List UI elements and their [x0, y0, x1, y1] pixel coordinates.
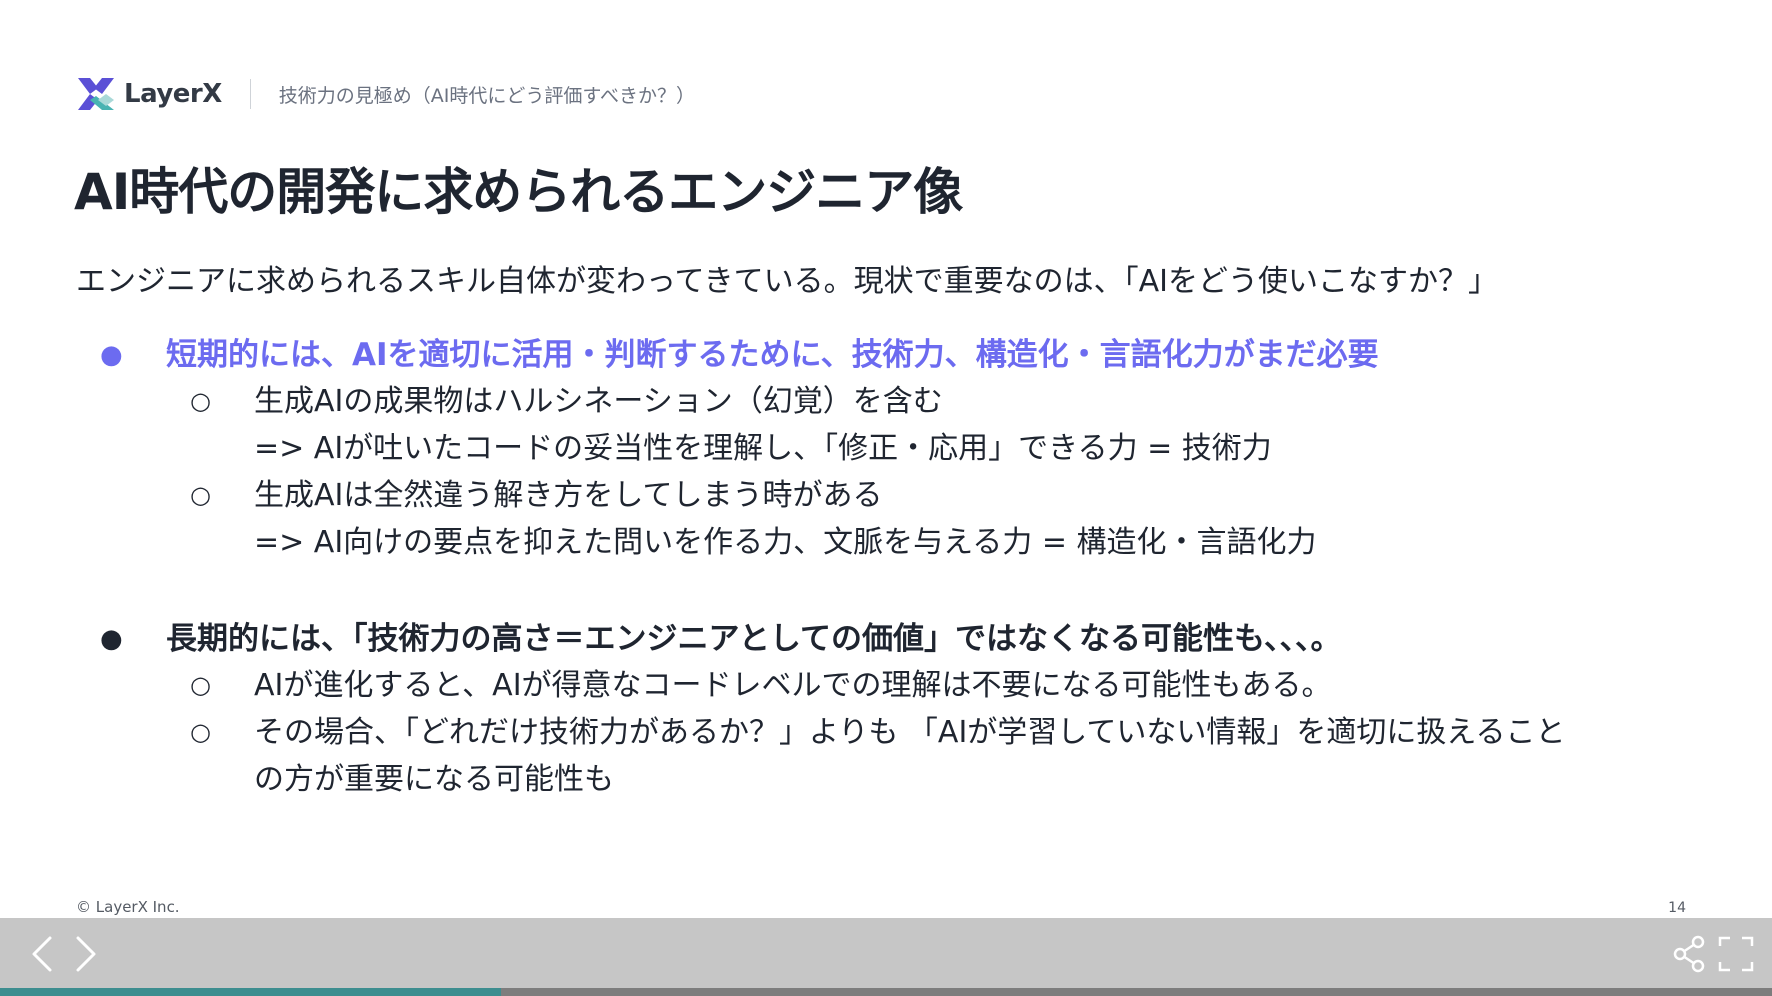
layerx-logo-icon	[78, 78, 114, 110]
viewer-control-bar	[0, 918, 1772, 988]
bullet-text: 短期的には、AIを適切に活用・判断するために、技術力、構造化・言語化力がまだ必要	[166, 337, 1379, 373]
next-slide-button[interactable]	[66, 932, 106, 976]
sub-marker: ○	[190, 387, 211, 415]
sub-marker: ○	[190, 481, 211, 509]
sub-text-line: => AIが吐いたコードの妥当性を理解し、「修正・応用」できる力 = 技術力	[254, 431, 1272, 466]
sub-text-line: の方が重要になる可能性も	[254, 762, 614, 797]
sub-text-line: 生成AIは全然違う解き方をしてしまう時がある	[254, 478, 883, 513]
sub-marker: ○	[190, 671, 211, 699]
slide-progress-fill	[0, 988, 502, 996]
sub-text-line: その場合、「どれだけ技術力があるか？」よりも 「AIが学習していない情報」を適切…	[254, 715, 1566, 750]
sub-item: ○ 生成AIは全然違う解き方をしてしまう時がある => AI向けの要点を抑えた問…	[100, 472, 1720, 566]
section-subtitle: 技術力の見極め（AI時代にどう評価すべきか？）	[278, 84, 696, 107]
bullet-marker: ●	[100, 340, 123, 370]
slide-progress-bar[interactable]	[0, 988, 1772, 996]
sub-text-line: AIが進化すると、AIが得意なコードレベルでの理解は不要になる可能性もある。	[254, 668, 1332, 703]
bullet-short-term: ● 短期的には、AIを適切に活用・判断するために、技術力、構造化・言語化力がまだ…	[100, 332, 1720, 378]
share-icon[interactable]	[1670, 932, 1710, 976]
copyright: © LayerX Inc.	[76, 898, 180, 916]
bullet-marker: ●	[100, 624, 123, 654]
header-divider	[249, 79, 251, 109]
bullet-long-term: ● 長期的には、「技術力の高さ＝エンジニアとしての価値」ではなくなる可能性も、、…	[100, 616, 1720, 662]
sub-item: ○ 生成AIの成果物はハルシネーション（幻覚）を含む => AIが吐いたコードの…	[100, 378, 1720, 472]
sub-item: ○ その場合、「どれだけ技術力があるか？」よりも 「AIが学習していない情報」を…	[100, 709, 1720, 803]
slide-header: LayerX 技術力の見極め（AI時代にどう評価すべきか？）	[76, 74, 695, 114]
bullet-text: 長期的には、「技術力の高さ＝エンジニアとしての価値」ではなくなる可能性も、、、。	[166, 621, 1342, 657]
brand-name: LayerX	[124, 79, 222, 109]
sub-text-line: => AI向けの要点を抑えた問いを作る力、文脈を与える力 = 構造化・言語化力	[254, 525, 1317, 560]
slide-title: AI時代の開発に求められるエンジニア像	[74, 163, 963, 221]
intro-text: エンジニアに求められるスキル自体が変わってきている。現状で重要なのは、「AIをど…	[76, 264, 1498, 299]
fullscreen-icon[interactable]	[1716, 932, 1756, 976]
bullet-list: ● 短期的には、AIを適切に活用・判断するために、技術力、構造化・言語化力がまだ…	[100, 332, 1720, 803]
page-number: 14	[1668, 900, 1686, 916]
previous-slide-button[interactable]	[22, 932, 62, 976]
sub-text-line: 生成AIの成果物はハルシネーション（幻覚）を含む	[254, 384, 943, 419]
sub-marker: ○	[190, 718, 211, 746]
slide: LayerX 技術力の見極め（AI時代にどう評価すべきか？） AI時代の開発に求…	[0, 0, 1772, 918]
sub-item: ○ AIが進化すると、AIが得意なコードレベルでの理解は不要になる可能性もある。	[100, 662, 1720, 709]
